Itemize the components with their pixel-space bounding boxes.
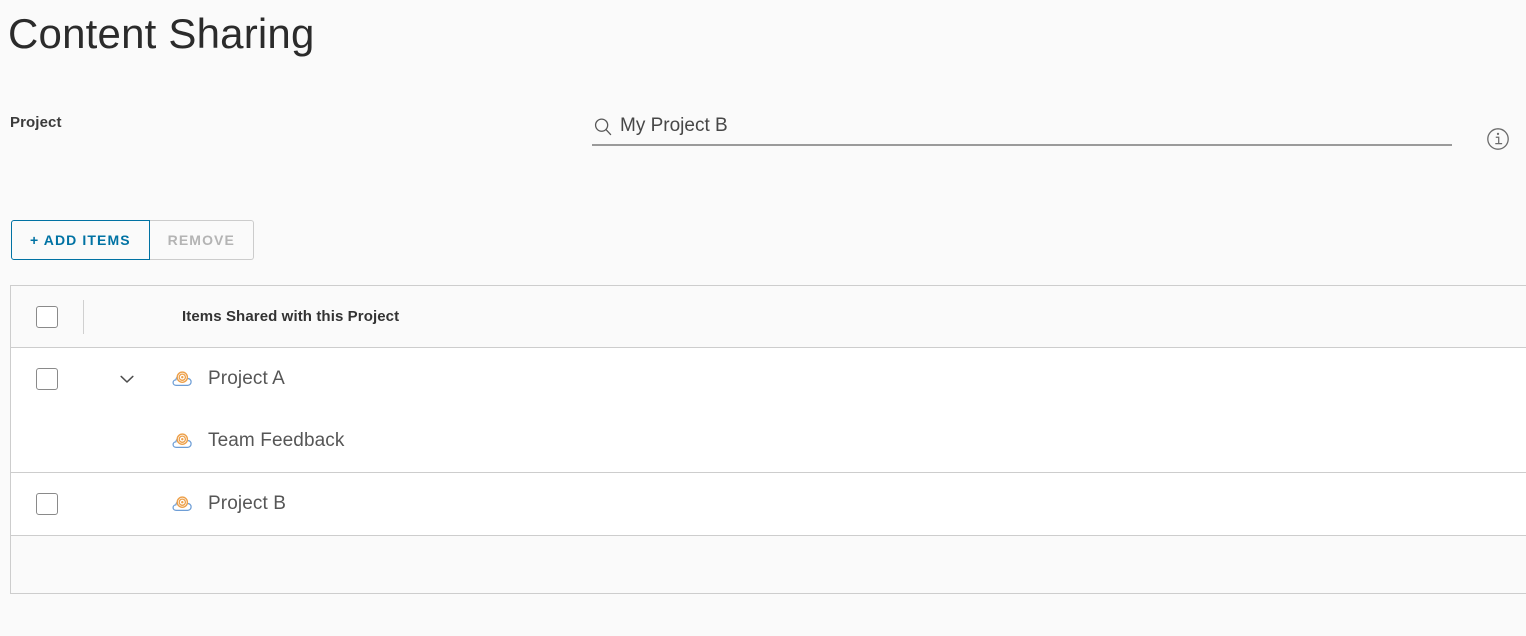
row-label: Project B — [208, 493, 286, 514]
row-expand-cell[interactable] — [83, 348, 171, 410]
content-library-icon — [172, 433, 192, 449]
table-action-button-group: + ADD ITEMS REMOVE — [11, 220, 254, 260]
project-label: Project — [10, 114, 62, 131]
row-select-cell[interactable] — [11, 348, 83, 410]
column-header-items-shared: Items Shared with this Project — [182, 308, 400, 325]
row-group-body: Project B — [171, 473, 1526, 535]
search-icon — [594, 118, 612, 136]
row-item-team-feedback[interactable]: Team Feedback — [171, 410, 1526, 472]
row-label: Project A — [208, 368, 285, 389]
chevron-down-icon[interactable] — [118, 370, 136, 388]
content-sharing-page: Content Sharing Project + ADD ITEMS REMO… — [0, 0, 1526, 636]
row-item-project-a[interactable]: Project A — [171, 348, 1526, 410]
table-header-row: Items Shared with this Project — [11, 286, 1526, 348]
row-checkbox[interactable] — [36, 368, 58, 390]
info-circle-icon[interactable] — [1486, 127, 1510, 151]
row-label: Team Feedback — [208, 430, 345, 451]
project-search-field[interactable] — [592, 108, 1452, 146]
row-checkbox[interactable] — [36, 493, 58, 515]
remove-button: REMOVE — [149, 220, 254, 260]
project-search-input[interactable] — [620, 114, 1452, 138]
shared-items-table: Items Shared with this Project Project A… — [10, 285, 1526, 594]
select-all-cell[interactable] — [11, 286, 83, 348]
content-library-icon — [172, 371, 192, 387]
add-items-button[interactable]: + ADD ITEMS — [11, 220, 150, 260]
table-row[interactable]: Project A Team Feedback — [11, 348, 1526, 473]
table-row[interactable]: Project B — [11, 473, 1526, 536]
row-select-cell[interactable] — [11, 473, 83, 535]
table-footer — [11, 536, 1526, 594]
row-item-project-b[interactable]: Project B — [171, 473, 1526, 535]
content-library-icon — [172, 496, 192, 512]
row-group-body: Project A Team Feedback — [171, 348, 1526, 472]
page-title: Content Sharing — [8, 10, 315, 57]
select-all-checkbox[interactable] — [36, 305, 58, 328]
